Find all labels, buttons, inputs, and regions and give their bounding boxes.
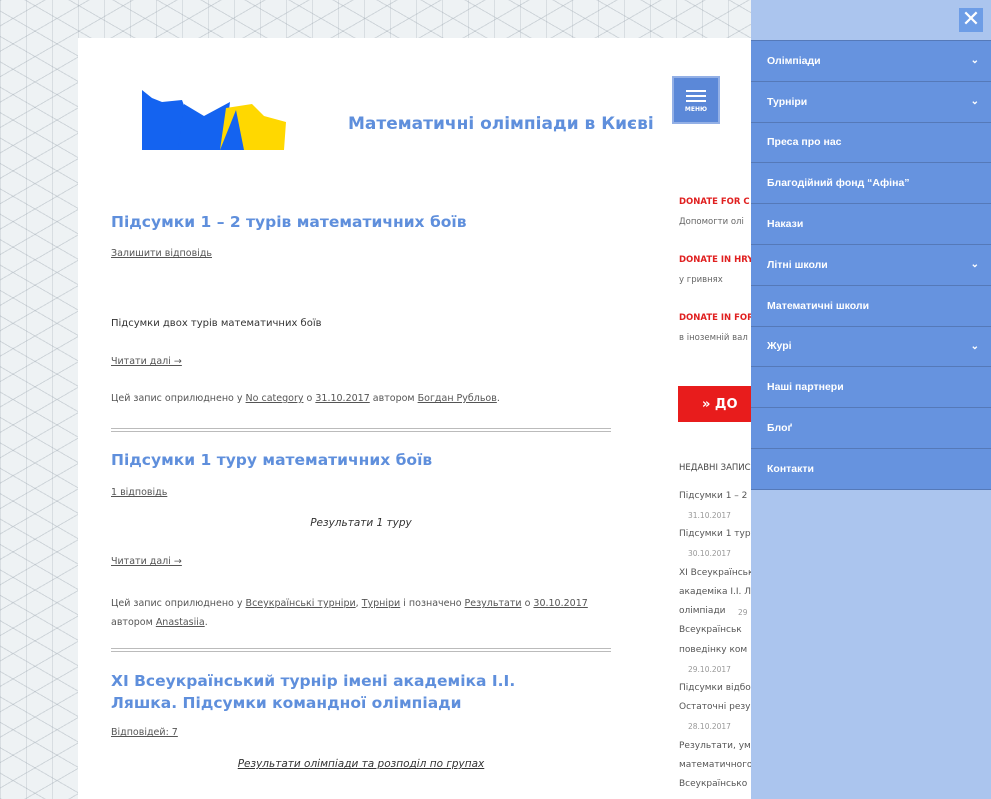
meta-text: о	[306, 393, 313, 404]
donate-heading[interactable]: DONATE FOR C	[679, 197, 750, 207]
menu-item-label: Накази	[767, 218, 804, 231]
post-excerpt: Результати 1 туру	[310, 517, 412, 529]
meta-text: і позначено	[403, 598, 462, 609]
hamburger-icon	[686, 87, 706, 105]
category-link[interactable]: No category	[246, 393, 304, 404]
menu-item-label: Благодійний фонд “Афіна”	[767, 177, 910, 190]
nav-menu: Олімпіади ⌄ Турніри ⌄ Преса про нас Благодійн…	[751, 40, 991, 490]
read-more-link[interactable]: Читати далі →	[111, 556, 182, 567]
recent-post-date: 28.10.2017	[688, 722, 731, 731]
menu-item-label: Контакти	[767, 462, 814, 475]
chevron-down-icon[interactable]: ⌄	[971, 96, 979, 107]
menu-item[interactable]: Турніри ⌄	[751, 80, 991, 122]
recent-post-link[interactable]: Остаточні резу	[679, 702, 750, 712]
post-excerpt: Підсумки двох турів математичних боїв	[111, 318, 322, 329]
recent-post-link[interactable]: математичного	[679, 760, 752, 770]
menu-item-label: Математичні школи	[767, 299, 870, 312]
post-title[interactable]: Підсумки 1 туру математичних боїв	[111, 449, 581, 471]
recent-post-link[interactable]: Всеукраїнсько	[679, 779, 747, 789]
recent-post-link[interactable]: Підсумки 1 – 2	[679, 491, 747, 501]
donate-heading[interactable]: DONATE IN HRY	[679, 255, 753, 265]
menu-item-label: Журі	[767, 340, 792, 353]
post-meta: Цей запис оприлюднено у Всеукраїнські ту…	[111, 594, 591, 632]
post-title[interactable]: Підсумки 1 – 2 турів математичних боїв	[111, 211, 581, 233]
author-link[interactable]: Богдан Рубльов	[418, 393, 497, 404]
site-title[interactable]: Математичні олімпіади в Києві	[348, 114, 654, 134]
chevron-down-icon[interactable]: ⌄	[971, 341, 979, 352]
donate-sub: Допомогти олі	[679, 217, 744, 227]
comments-link[interactable]: Залишити відповідь	[111, 248, 212, 259]
post-separator	[111, 648, 611, 652]
menu-item-label: Наші партнери	[767, 381, 844, 394]
recent-post-link[interactable]: Підсумки відбо	[679, 683, 751, 693]
overlay-header: ✕	[751, 0, 991, 40]
menu-item[interactable]: Літні школи ⌄	[751, 243, 991, 285]
recent-post-link[interactable]: поведінку ком	[679, 645, 747, 655]
close-icon[interactable]: ✕	[959, 8, 983, 32]
menu-item-label: Преса про нас	[767, 136, 842, 149]
donate-sub: в іноземній вал	[679, 333, 748, 343]
recent-post-date: 30.10.2017	[688, 549, 731, 558]
post-title[interactable]: XI Всеукраїнський турнір імені академіка…	[111, 670, 581, 714]
donate-sub: у гривнях	[679, 275, 723, 285]
meta-text: о	[524, 598, 531, 609]
meta-text: автором	[111, 617, 153, 628]
menu-item[interactable]: Блоґ	[751, 407, 991, 448]
menu-item[interactable]: Контакти	[751, 447, 991, 489]
meta-text: ,	[355, 598, 359, 609]
recent-post-link[interactable]: олімпіади	[679, 606, 726, 616]
date-link[interactable]: 31.10.2017	[315, 393, 369, 404]
menu-item[interactable]: Журі ⌄	[751, 325, 991, 367]
recent-posts-heading: НЕДАВНІ ЗАПИСИ	[679, 463, 757, 473]
recent-post-link[interactable]: академіка І.І. Л	[679, 587, 751, 597]
donate-heading[interactable]: DONATE IN FOR	[679, 313, 754, 323]
menu-toggle-button[interactable]: МЕНЮ	[672, 76, 720, 124]
category-link[interactable]: Всеукраїнські турніри	[246, 598, 356, 609]
menu-item[interactable]: Преса про нас	[751, 121, 991, 163]
site-logo[interactable]	[140, 88, 290, 152]
read-more-link[interactable]: Читати далі →	[111, 356, 182, 367]
chevron-down-icon[interactable]: ⌄	[971, 259, 979, 270]
post-excerpt-link[interactable]: Результати олімпіади та розподіл по груп…	[111, 758, 611, 770]
menu-item-label: Літні школи	[767, 258, 828, 271]
recent-post-link[interactable]: XI Всеукраїнськ	[679, 568, 753, 578]
menu-item[interactable]: Математичні школи	[751, 284, 991, 326]
recent-post-date: 29	[738, 608, 748, 617]
post-separator	[111, 428, 611, 432]
main-page: Математичні олімпіади в Києві МЕНЮ Підсу…	[78, 38, 778, 799]
comments-link[interactable]: 1 відповідь	[111, 487, 167, 498]
menu-label: МЕНЮ	[684, 106, 708, 113]
menu-item[interactable]: Благодійний фонд “Афіна”	[751, 162, 991, 204]
menu-item[interactable]: Олімпіади ⌄	[751, 40, 991, 81]
menu-item-label: Олімпіади	[767, 54, 821, 67]
recent-post-link[interactable]: Всеукраїнськ	[679, 625, 742, 635]
category-link[interactable]: Турніри	[362, 598, 401, 609]
nav-overlay: ✕ Олімпіади ⌄ Турніри ⌄ Преса про нас Благоді…	[751, 0, 991, 799]
recent-post-date: 31.10.2017	[688, 511, 731, 520]
chevron-down-icon[interactable]: ⌄	[971, 55, 979, 66]
menu-item-label: Блоґ	[767, 422, 793, 435]
date-link[interactable]: 30.10.2017	[533, 598, 587, 609]
meta-text: Цей запис оприлюднено у	[111, 393, 243, 404]
recent-post-link[interactable]: Результати, ум	[679, 741, 751, 751]
menu-item-label: Турніри	[767, 95, 808, 108]
recent-post-link[interactable]: Підсумки 1 туру	[679, 529, 756, 539]
menu-item[interactable]: Накази	[751, 203, 991, 244]
meta-text: автором	[372, 393, 415, 404]
comments-link[interactable]: Відповідей: 7	[111, 727, 178, 738]
menu-item[interactable]: Наші партнери	[751, 366, 991, 408]
recent-post-date: 29.10.2017	[688, 665, 731, 674]
author-link[interactable]: Anastasiia	[156, 617, 205, 628]
meta-text: .	[496, 393, 500, 404]
meta-text: Цей запис оприлюднено у	[111, 598, 243, 609]
tag-link[interactable]: Результати	[465, 598, 522, 609]
meta-text: .	[204, 617, 208, 628]
post-meta: Цей запис оприлюднено у No category о 31…	[111, 393, 500, 404]
